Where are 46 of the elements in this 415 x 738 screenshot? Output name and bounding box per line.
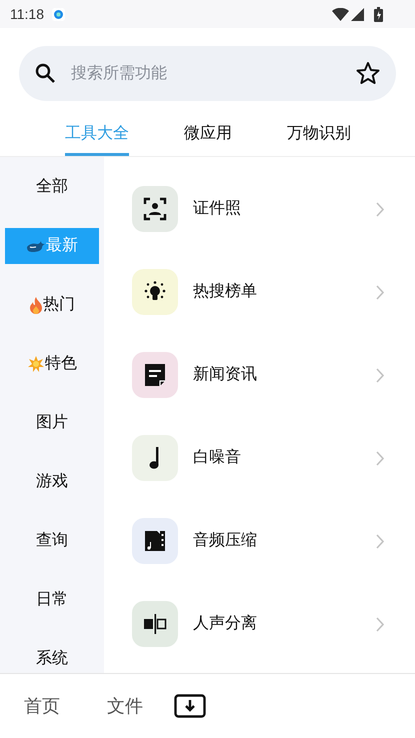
nav-tab[interactable]: 文件 bbox=[107, 692, 143, 720]
audio-file-icon bbox=[144, 530, 166, 552]
signal-icon bbox=[351, 8, 364, 20]
search-icon bbox=[35, 63, 55, 83]
chevron-right-icon bbox=[376, 534, 385, 549]
app-notification-icon bbox=[52, 8, 65, 20]
tool-row[interactable]: 证件照 bbox=[132, 186, 385, 269]
star-icon[interactable] bbox=[356, 61, 380, 85]
chevron-right-icon bbox=[376, 368, 385, 383]
sidebar-item[interactable]: 系统 bbox=[5, 640, 99, 673]
portrait-frame-icon bbox=[143, 197, 167, 221]
wifi-icon bbox=[332, 8, 349, 20]
sidebar-item[interactable]: 查询 bbox=[5, 522, 99, 558]
tool-label: 新闻资讯 bbox=[193, 364, 258, 385]
tool-row[interactable]: 人声分离 bbox=[132, 601, 385, 673]
split-view-icon bbox=[143, 612, 167, 636]
chevron-right-icon bbox=[376, 285, 385, 300]
nav-tab[interactable]: 首页 bbox=[24, 692, 60, 720]
tool-label: 证件照 bbox=[193, 199, 242, 219]
tool-row[interactable]: 白噪音 bbox=[132, 435, 385, 518]
category-tab[interactable]: 万物识别 bbox=[287, 114, 351, 156]
sidebar-item[interactable]: 游戏 bbox=[5, 464, 99, 500]
chevron-right-icon bbox=[376, 451, 385, 466]
sidebar-item[interactable]: 全部 bbox=[5, 168, 99, 204]
chevron-right-icon bbox=[376, 617, 385, 632]
sidebar-item[interactable]: 特色 bbox=[5, 346, 99, 382]
download-icon[interactable] bbox=[174, 694, 206, 718]
status-time: 11:18 bbox=[10, 4, 44, 24]
tool-row[interactable]: 热搜榜单 bbox=[132, 269, 385, 352]
tool-label: 白噪音 bbox=[193, 448, 242, 468]
note-icon bbox=[144, 363, 166, 387]
tool-label: 人声分离 bbox=[193, 614, 258, 634]
burst-icon bbox=[27, 354, 45, 372]
chevron-right-icon bbox=[376, 202, 385, 217]
tool-label: 热搜榜单 bbox=[193, 282, 258, 302]
sidebar-item[interactable]: 日常 bbox=[5, 582, 99, 618]
whale-icon bbox=[26, 238, 46, 252]
fire-icon bbox=[29, 296, 43, 314]
tool-row[interactable]: 音频压缩 bbox=[132, 518, 385, 601]
search-field[interactable]: 搜索所需功能 bbox=[19, 46, 396, 101]
sidebar-item[interactable]: 热门 bbox=[5, 286, 99, 322]
tool-row[interactable]: 新闻资讯 bbox=[132, 352, 385, 435]
battery-icon bbox=[374, 6, 383, 22]
sidebar-item[interactable]: 图片 bbox=[5, 404, 99, 440]
category-tab[interactable]: 微应用 bbox=[184, 114, 232, 156]
tool-label: 音频压缩 bbox=[193, 530, 258, 551]
